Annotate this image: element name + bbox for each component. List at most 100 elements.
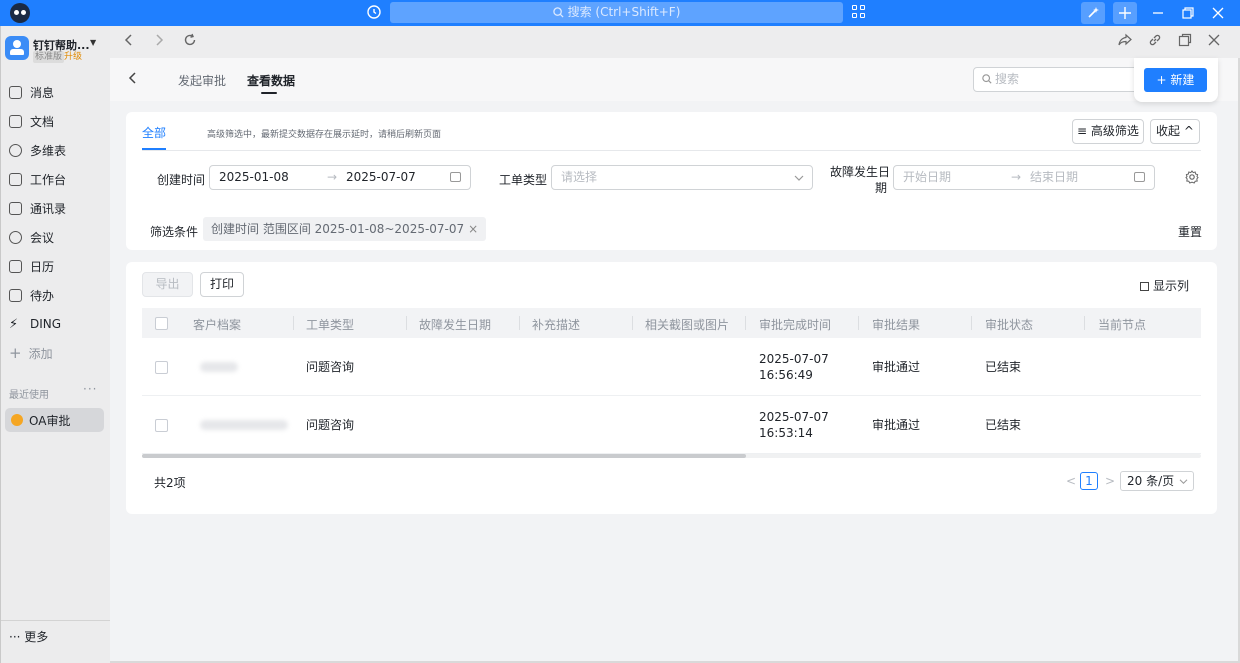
recent-item-oa-approval[interactable]: OA审批 <box>5 408 104 432</box>
column-separator[interactable] <box>632 316 633 330</box>
fault-date-range-picker[interactable]: 开始日期 → 结束日期 <box>893 165 1155 190</box>
select-all-checkbox[interactable] <box>155 317 168 330</box>
meeting-icon <box>9 230 22 244</box>
message-icon <box>9 85 22 99</box>
tab-view-data[interactable]: 查看数据 <box>247 72 295 89</box>
calendar-icon <box>9 259 22 273</box>
filter-conditions-label: 筛选条件 <box>150 225 199 239</box>
ticket-type-select[interactable]: 请选择 <box>551 165 813 190</box>
created-time-range-picker[interactable]: 2025-01-08 → 2025-07-07 <box>209 165 471 190</box>
divider <box>142 150 1201 151</box>
display-columns-button[interactable]: 显示列 <box>1140 277 1189 294</box>
column-header[interactable]: 客户档案 <box>193 316 241 333</box>
tab-start-approval[interactable]: 发起审批 <box>178 72 226 89</box>
reset-button[interactable]: 重置 <box>1178 223 1202 240</box>
column-header[interactable]: 故障发生日期 <box>419 316 491 333</box>
column-separator[interactable] <box>519 316 520 330</box>
cell-completed-time: 16:56:49 <box>759 368 813 382</box>
cell-approval-result: 审批通过 <box>872 360 921 374</box>
total-count: 共2项 <box>154 476 186 490</box>
sidebar-item-label: 日历 <box>30 259 55 274</box>
close-tab-icon[interactable] <box>1205 33 1223 51</box>
settings-gear-icon[interactable] <box>1185 170 1199 184</box>
column-header[interactable]: 工单类型 <box>306 316 354 333</box>
org-switcher[interactable]: 钉钉帮助... ▼ 标准版 升级 <box>5 36 109 64</box>
advanced-filter-button[interactable]: ≡ 高级筛选 <box>1072 119 1144 144</box>
sidebar-item-messages[interactable]: 消息 <box>9 82 54 102</box>
table-icon <box>9 143 22 157</box>
column-header[interactable]: 审批完成时间 <box>759 316 831 333</box>
column-separator[interactable] <box>293 316 294 330</box>
sidebar-item-workbench[interactable]: 工作台 <box>9 169 66 189</box>
recent-more-button[interactable]: ··· <box>83 382 97 396</box>
column-header[interactable]: 相关截图或图片 <box>645 316 729 333</box>
global-search-input[interactable]: 搜索 (Ctrl+Shift+F) <box>390 2 843 23</box>
page-number-button[interactable]: 1 <box>1080 472 1098 490</box>
ai-assistant-button[interactable] <box>1081 2 1105 24</box>
export-button[interactable]: 导出 <box>142 272 193 297</box>
column-header[interactable]: 审批状态 <box>985 316 1033 333</box>
sidebar-item-docs[interactable]: 文档 <box>9 111 54 131</box>
data-search-input[interactable]: 搜索 <box>973 67 1143 92</box>
title-bar: 搜索 (Ctrl+Shift+F) <box>0 0 1240 26</box>
sidebar-item-calendar[interactable]: 日历 <box>9 256 54 276</box>
filter-icon: ≡ <box>1077 124 1091 138</box>
sidebar-item-todo[interactable]: 待办 <box>9 285 54 305</box>
cell-approval-result: 审批通过 <box>872 418 921 432</box>
range-arrow: → <box>327 170 338 184</box>
fault-date-label-cont: 期 <box>875 181 888 195</box>
new-window-button[interactable] <box>1113 2 1137 24</box>
history-icon[interactable] <box>366 4 382 20</box>
next-page-button[interactable]: > <box>1105 474 1115 488</box>
sidebar-more-button[interactable]: ··· 更多 <box>9 628 48 645</box>
sparkle-icon <box>1088 7 1099 18</box>
column-separator[interactable] <box>858 316 859 330</box>
restore-button[interactable] <box>1176 2 1200 24</box>
table-row[interactable]: 问题咨询 2025-07-07 16:53:14 审批通过 已结束 <box>142 396 1201 454</box>
forward-icon[interactable] <box>150 33 168 51</box>
active-tab-indicator <box>142 148 166 150</box>
print-button[interactable]: 打印 <box>200 272 244 297</box>
column-header[interactable]: 当前节点 <box>1098 316 1146 333</box>
column-header[interactable]: 补充描述 <box>532 316 580 333</box>
refresh-icon[interactable] <box>181 33 199 51</box>
column-header[interactable]: 审批结果 <box>872 316 920 333</box>
horizontal-scrollbar[interactable] <box>142 454 1201 458</box>
minimize-button[interactable] <box>1146 2 1170 24</box>
link-icon[interactable] <box>1146 33 1164 51</box>
new-button-label: 新建 <box>1170 73 1195 87</box>
cell-ticket-type: 问题咨询 <box>306 418 355 432</box>
page-size-select[interactable]: 20 条/页 <box>1120 471 1194 491</box>
collapse-button[interactable]: 收起 ^ <box>1150 119 1200 144</box>
tab-all[interactable]: 全部 <box>142 124 166 141</box>
sidebar-item-contacts[interactable]: 通讯录 <box>9 198 66 218</box>
row-checkbox[interactable] <box>155 419 168 432</box>
sidebar-item-ding[interactable]: ⚡ DING <box>9 314 61 334</box>
sidebar-item-multi-table[interactable]: 多维表 <box>9 140 66 160</box>
sidebar-item-label: 通讯录 <box>30 201 67 216</box>
prev-page-button[interactable]: < <box>1066 474 1076 488</box>
column-separator[interactable] <box>1084 316 1085 330</box>
back-icon[interactable] <box>120 33 138 51</box>
sidebar-item-meetings[interactable]: 会议 <box>9 227 54 247</box>
column-separator[interactable] <box>971 316 972 330</box>
new-button[interactable]: + 新建 <box>1144 68 1207 92</box>
table-row[interactable]: 问题咨询 2025-07-07 16:56:49 审批通过 已结束 <box>142 338 1201 396</box>
open-external-icon[interactable] <box>1176 33 1194 51</box>
close-window-button[interactable] <box>1206 2 1230 24</box>
dingtalk-logo-icon[interactable] <box>10 3 30 23</box>
scrollbar-thumb[interactable] <box>142 454 746 458</box>
remove-condition-icon[interactable]: × <box>468 222 478 236</box>
row-checkbox[interactable] <box>155 361 168 374</box>
filter-hint: 高级筛选中，最新提交数据存在展示延时，请稍后刷新页面 <box>207 130 442 140</box>
sidebar-item-add[interactable]: + 添加 <box>9 343 53 363</box>
column-separator[interactable] <box>745 316 746 330</box>
range-arrow: → <box>1011 170 1022 184</box>
column-separator[interactable] <box>406 316 407 330</box>
org-plan-badge: 标准版 <box>33 51 65 63</box>
upgrade-link[interactable]: 升级 <box>64 51 82 63</box>
apps-icon[interactable] <box>852 5 866 19</box>
share-icon[interactable] <box>1116 33 1134 51</box>
sidebar-item-label: 会议 <box>30 230 55 245</box>
back-button[interactable] <box>128 71 138 89</box>
